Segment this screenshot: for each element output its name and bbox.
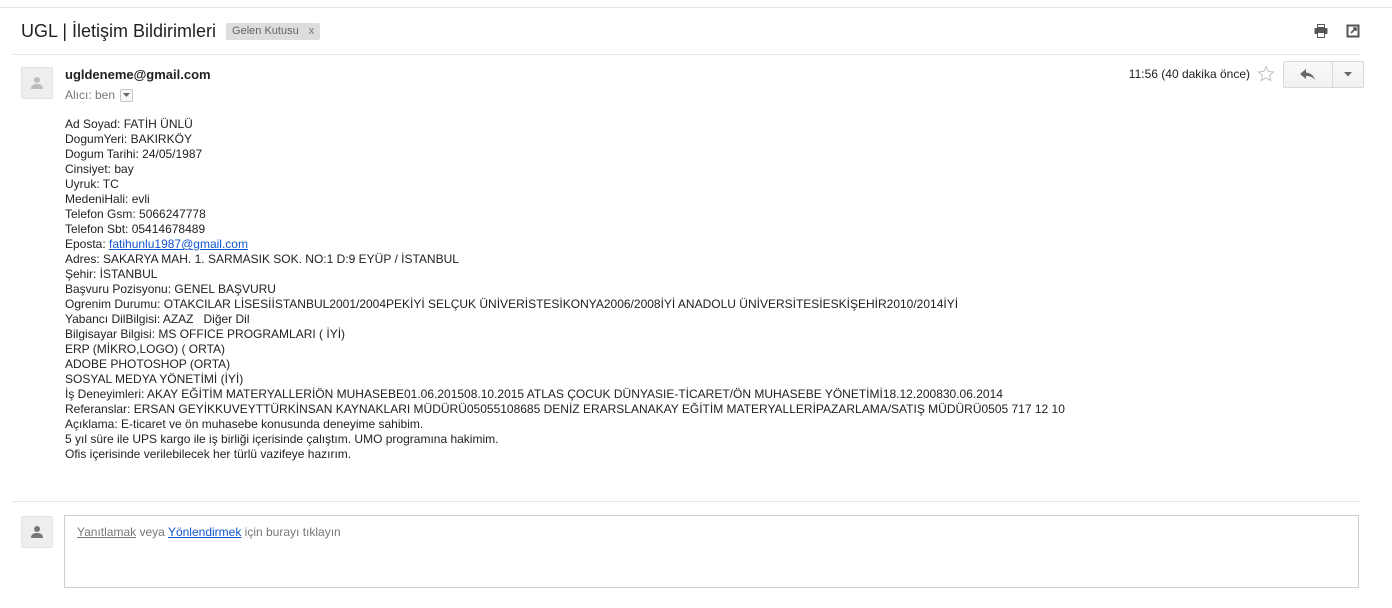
star-icon[interactable]: [1257, 65, 1275, 83]
email-label: Eposta:: [65, 237, 110, 251]
current-user-avatar: [21, 516, 53, 548]
body-line-email: Eposta: fatihunlu1987@gmail.com: [65, 237, 1355, 252]
avatar-icon: [31, 526, 43, 538]
body-line: Açıklama: E-ticaret ve ön muhasebe konus…: [65, 417, 424, 431]
email-subject: UGL | İletişim Bildirimleri: [21, 20, 217, 41]
message-body: Ad Soyad: FATİH ÜNLÜ DogumYeri: BAKIRKÖY…: [65, 117, 1355, 462]
body-line: Ogrenim Durumu: OTAKCILAR LİSESİİSTANBUL…: [65, 297, 959, 311]
top-actions: [1314, 24, 1360, 38]
chevron-down-icon: [123, 92, 131, 97]
applicant-email-link[interactable]: fatihunlu1987@gmail.com: [109, 237, 248, 251]
body-line: SOSYAL MEDYA YÖNETİMİ (İYİ): [65, 372, 244, 386]
reply-link[interactable]: Yanıtlamak: [77, 525, 136, 539]
top-divider: [0, 7, 1392, 8]
body-line: Başvuru Pozisyonu: GENEL BAŞVURU: [65, 282, 276, 296]
sender-avatar: [21, 67, 53, 99]
body-line: Telefon Gsm: 5066247778: [65, 207, 206, 221]
reply-button-group: [1283, 61, 1364, 88]
body-line: Cinsiyet: bay: [65, 162, 134, 176]
reply-icon: [1300, 68, 1315, 80]
body-line: ERP (MİKRO,LOGO) ( ORTA): [65, 342, 226, 356]
body-line: Telefon Sbt: 05414678489: [65, 222, 206, 236]
body-line: DogumYeri: BAKIRKÖY: [65, 132, 192, 146]
print-icon[interactable]: [1314, 24, 1328, 38]
inbox-label-chip[interactable]: Gelen Kutusu x: [226, 22, 321, 40]
body-line: Dogum Tarihi: 24/05/1987: [65, 147, 203, 161]
recipient-label: Alıcı: ben: [65, 88, 116, 102]
recipient-details-toggle[interactable]: [120, 88, 134, 102]
reply-connector: veya: [136, 525, 168, 539]
reply-suffix: için burayı tıklayın: [241, 525, 341, 539]
recipient-line: Alıcı: ben: [65, 88, 134, 102]
body-line: Ad Soyad: FATİH ÜNLÜ: [65, 117, 193, 131]
inbox-label-text[interactable]: Gelen Kutusu: [232, 23, 299, 40]
body-line: Referanslar: ERSAN GEYİKKUVEYTTÜRKİNSAN …: [65, 402, 1065, 416]
subject-bar: UGL | İletişim Bildirimleri Gelen Kutusu…: [21, 18, 321, 44]
body-line: Şehir: İSTANBUL: [65, 267, 158, 281]
body-line: Adres: SAKARYA MAH. 1. SARMASIK SOK. NO:…: [65, 252, 459, 266]
body-line: 5 yıl süre ile UPS kargo ile iş birliği …: [65, 432, 499, 446]
remove-label-button[interactable]: x: [309, 23, 315, 40]
sender-email[interactable]: ugldeneme@gmail.com: [65, 67, 211, 82]
body-line: İş Deneyimleri: AKAY EĞİTİM MATERYALLERİ…: [65, 387, 1003, 401]
quick-reply-box[interactable]: Yanıtlamak veya Yönlendirmek için burayı…: [64, 515, 1359, 588]
body-line: Ofis içerisinde verilebilecek her türlü …: [65, 447, 352, 461]
reply-button[interactable]: [1283, 61, 1333, 88]
open-new-window-icon[interactable]: [1346, 24, 1360, 38]
body-line: Bilgisayar Bilgisi: MS OFFICE PROGRAMLAR…: [65, 327, 346, 341]
forward-link[interactable]: Yönlendirmek: [168, 525, 241, 539]
more-actions-button[interactable]: [1333, 61, 1364, 88]
header-divider: [12, 54, 1361, 55]
body-line: Uyruk: TC: [65, 177, 119, 191]
message-time: 11:56 (40 dakika önce): [1128, 67, 1250, 81]
chevron-down-icon: [1344, 72, 1352, 77]
footer-divider: [12, 501, 1360, 502]
body-line: ADOBE PHOTOSHOP (ORTA): [65, 357, 231, 371]
body-line: MedeniHali: evli: [65, 192, 150, 206]
avatar-icon: [31, 77, 43, 89]
body-line: Yabancı DilBilgisi: AZAZ Diğer Dil: [65, 312, 250, 326]
